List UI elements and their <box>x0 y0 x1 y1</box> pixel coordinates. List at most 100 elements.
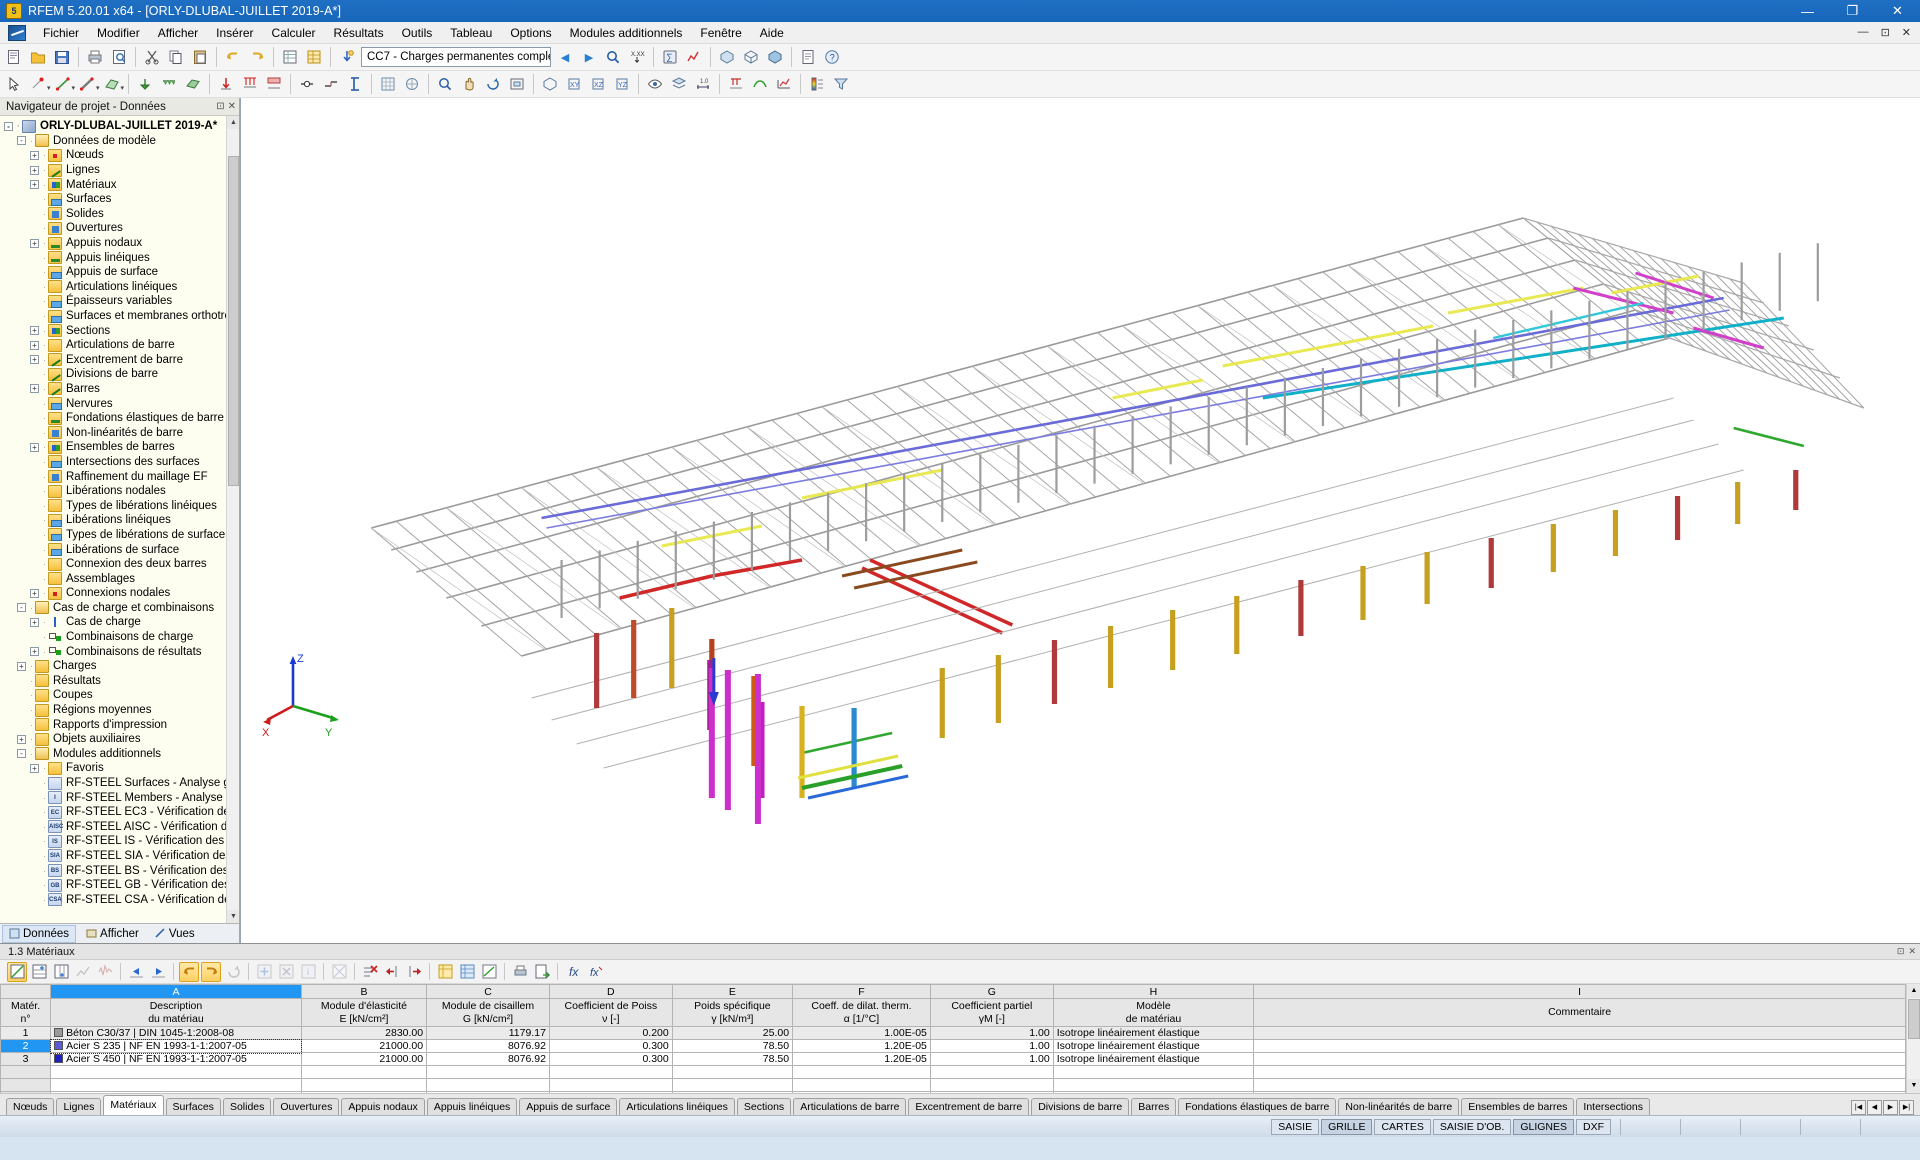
tree-expander[interactable]: + <box>30 341 39 350</box>
tree-expander[interactable]: + <box>17 735 26 744</box>
new-surface-icon[interactable] <box>101 73 123 95</box>
table-row-number[interactable]: 3 <box>1 1053 51 1066</box>
render-mode-icon[interactable] <box>716 46 738 68</box>
table-cell-E[interactable]: 21000.00 <box>301 1040 426 1053</box>
tree-item-appuis-nodaux[interactable]: +·Appuis nodaux <box>0 236 239 251</box>
tree-expander[interactable]: + <box>30 166 39 175</box>
tree-item-barres[interactable]: +·Barres <box>0 382 239 397</box>
visibility-icon[interactable] <box>644 73 666 95</box>
tree-item-appuis-de-surface[interactable]: ·Appuis de surface <box>0 265 239 280</box>
tree-item-objets-auxiliaires[interactable]: +·Objets auxiliaires <box>0 732 239 747</box>
menu-item-aide[interactable]: Aide <box>751 23 793 43</box>
navigator-tab-donnees[interactable]: Données <box>2 925 76 943</box>
table-column-letter-b[interactable]: B <box>301 985 426 999</box>
tree-item-rf-steel-gb-v-rification-des-barres[interactable]: ·GBRF-STEEL GB - Vérification des barres <box>0 878 239 893</box>
table-cell-empty[interactable] <box>427 1079 550 1092</box>
sheet-tab-appuis-de-surface[interactable]: Appuis de surface <box>519 1098 617 1115</box>
load-case-prev-icon[interactable]: ◀ <box>554 46 576 68</box>
table-column-letter-f[interactable]: F <box>793 985 931 999</box>
mesh-icon[interactable] <box>377 73 399 95</box>
navigator-close-icon[interactable]: ✕ <box>228 101 236 112</box>
table-export-icon[interactable] <box>532 962 552 982</box>
view-iso-icon[interactable] <box>539 73 561 95</box>
load-case-next-icon[interactable]: ▶ <box>578 46 600 68</box>
nodal-support-icon[interactable] <box>134 73 156 95</box>
table-add-icon[interactable] <box>254 962 274 982</box>
tree-item-rf-steel-sia-v-rification-des-barres[interactable]: ·SIARF-STEEL SIA - Vérification des barr… <box>0 849 239 864</box>
table-column-letter-a[interactable]: A <box>51 985 302 999</box>
table-cell-empty[interactable] <box>1 1066 51 1079</box>
pointer-icon[interactable] <box>3 73 25 95</box>
tree-expander[interactable]: - <box>17 603 26 612</box>
tree-item-paisseurs-variables[interactable]: ·Épaisseurs variables <box>0 294 239 309</box>
save-icon[interactable] <box>51 46 73 68</box>
tree-item-fondations-lastiques-de-barre[interactable]: ·Fondations élastiques de barre <box>0 411 239 426</box>
table-cell-gamma[interactable]: 25.00 <box>672 1027 792 1040</box>
table-column-letter-e[interactable]: E <box>672 985 792 999</box>
mdi-restore-button[interactable]: ⊡ <box>1876 24 1895 41</box>
project-tree[interactable]: -·ORLY-DLUBAL-JUILLET 2019-A*-·Données d… <box>0 116 239 923</box>
table-column-letter-i[interactable]: I <box>1254 985 1906 999</box>
new-line-icon[interactable] <box>52 73 74 95</box>
open-icon[interactable] <box>27 46 49 68</box>
table-cell-empty[interactable] <box>51 1079 302 1092</box>
tree-item-connexion-des-deux-barres[interactable]: ·Connexion des deux barres <box>0 557 239 572</box>
tree-expander[interactable]: - <box>4 122 13 131</box>
tree-item-connexions-nodales[interactable]: +·Connexions nodales <box>0 586 239 601</box>
sheet-tab-barres[interactable]: Barres <box>1131 1098 1176 1115</box>
tree-expander[interactable]: + <box>17 662 26 671</box>
table-insert-col-icon[interactable] <box>51 962 71 982</box>
zoom-all-icon[interactable] <box>506 73 528 95</box>
table-cell-E[interactable]: 21000.00 <box>301 1053 426 1066</box>
minimize-button[interactable]: — <box>1785 0 1830 22</box>
tree-scroll-down-icon[interactable]: ▼ <box>227 910 239 923</box>
table-cross-icon[interactable] <box>276 962 296 982</box>
table-cell-gammaM[interactable]: 1.00 <box>930 1027 1053 1040</box>
tree-item-nervures[interactable]: ·Nervures <box>0 396 239 411</box>
table-chart-icon[interactable] <box>73 962 93 982</box>
tree-item-divisions-de-barre[interactable]: ·Divisions de barre <box>0 367 239 382</box>
table-info-icon[interactable]: i <box>298 962 318 982</box>
table-cell-comment[interactable] <box>1254 1027 1906 1040</box>
tree-expander[interactable]: + <box>30 355 39 364</box>
table-formula-edit-icon[interactable]: fx <box>585 962 605 982</box>
copy-icon[interactable] <box>165 46 187 68</box>
results-icon[interactable] <box>683 46 705 68</box>
close-button[interactable]: ✕ <box>1875 0 1920 22</box>
loads-display-icon[interactable] <box>725 73 747 95</box>
menu-item-inserer[interactable]: Insérer <box>207 23 262 43</box>
tree-item-favoris[interactable]: +·Favoris <box>0 761 239 776</box>
nodal-load-icon[interactable] <box>215 73 237 95</box>
tree-expander[interactable]: + <box>30 618 39 627</box>
tree-item-articulations-lin-iques[interactable]: ·Articulations linéiques <box>0 280 239 295</box>
tree-item-orly-dlubal-juillet-2019-a[interactable]: -·ORLY-DLUBAL-JUILLET 2019-A* <box>0 119 239 134</box>
table-cell-alpha[interactable]: 1.20E-05 <box>793 1053 931 1066</box>
member-eccentricity-icon[interactable] <box>320 73 342 95</box>
status-button-grille[interactable]: GRILLE <box>1321 1119 1372 1135</box>
table-cell-empty[interactable] <box>427 1066 550 1079</box>
surface-load-icon[interactable] <box>263 73 285 95</box>
shaded-icon[interactable] <box>764 46 786 68</box>
tree-item-solides[interactable]: ·Solides <box>0 207 239 222</box>
line-support-icon[interactable] <box>158 73 180 95</box>
table-cell-empty[interactable] <box>1254 1079 1906 1092</box>
calculate-icon[interactable]: ∑ <box>659 46 681 68</box>
model-data-table-icon[interactable] <box>279 46 301 68</box>
table-redo-icon[interactable] <box>201 962 221 982</box>
tree-item-surfaces[interactable]: ·Surfaces <box>0 192 239 207</box>
sheet-tab-articulations-lin-iques[interactable]: Articulations linéiques <box>619 1098 735 1115</box>
navigator-tab-afficher[interactable]: Afficher <box>80 926 145 942</box>
table-cell-gammaM[interactable]: 1.00 <box>930 1053 1053 1066</box>
tree-item-rapports-d-impression[interactable]: ·Rapports d'impression <box>0 717 239 732</box>
table-cell-empty[interactable] <box>51 1066 302 1079</box>
tree-expander[interactable]: + <box>30 443 39 452</box>
tree-item-rf-steel-bs-v-rification-des-barres[interactable]: ·BSRF-STEEL BS - Vérification des barres <box>0 863 239 878</box>
table-graph-icon[interactable] <box>95 962 115 982</box>
menu-item-fichier[interactable]: Fichier <box>34 23 88 43</box>
menu-item-modifier[interactable]: Modifier <box>88 23 149 43</box>
table-cell-alpha[interactable]: 1.20E-05 <box>793 1040 931 1053</box>
table-print-icon[interactable] <box>510 962 530 982</box>
tree-expander[interactable]: + <box>30 764 39 773</box>
tree-item-articulations-de-barre[interactable]: +·Articulations de barre <box>0 338 239 353</box>
tree-item-types-de-lib-rations-lin-iques[interactable]: ·Types de libérations linéiques <box>0 498 239 513</box>
